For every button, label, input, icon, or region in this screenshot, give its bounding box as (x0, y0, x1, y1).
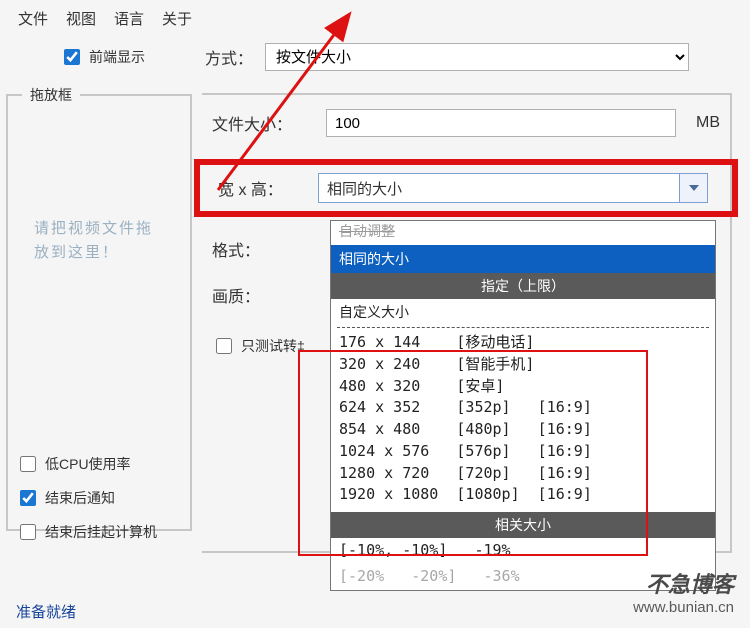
chevron-down-icon (689, 185, 699, 191)
wh-label: 宽 x 高： (210, 176, 304, 200)
watermark-title: 不急博客 (633, 567, 734, 599)
dropdown-header-related: 相关大小 (331, 512, 715, 538)
dropdown-bottom1[interactable]: [-10%, -10%] -19% (331, 538, 715, 564)
low-cpu-label: 低CPU使用率 (45, 454, 131, 474)
watermark-url: www.bunian.cn (633, 599, 734, 616)
low-cpu-input[interactable] (20, 456, 36, 472)
wh-dropdown-list[interactable]: 自动调整 相同的大小 指定（上限） 自定义大小 176 x 144 [移动电话]… (330, 220, 716, 591)
low-cpu-checkbox[interactable]: 低CPU使用率 (16, 453, 157, 475)
only-test-label: 只测试转‡ (241, 336, 305, 356)
method-select[interactable]: 按文件大小 (265, 43, 689, 71)
menu-about[interactable]: 关于 (162, 8, 192, 29)
status-bar: 准备就绪 (16, 601, 76, 622)
quality-label: 画质： (212, 283, 312, 307)
format-label: 格式： (212, 237, 312, 261)
wh-highlight: 宽 x 高： 相同的大小 (194, 159, 738, 217)
file-size-input[interactable] (326, 109, 676, 137)
wh-combobox[interactable]: 相同的大小 (318, 173, 708, 203)
dropdown-divider (337, 327, 709, 328)
wh-value: 相同的大小 (319, 174, 679, 202)
drag-hint: 请把视频文件拖 放到这里！ (34, 217, 153, 265)
method-label: 方式： (205, 45, 253, 69)
notify-end-input[interactable] (20, 490, 36, 506)
page-watermark: 不急博客 www.bunian.cn (633, 567, 734, 616)
dropdown-selected[interactable]: 相同的大小 (331, 245, 715, 273)
only-test-checkbox[interactable]: 只测试转‡ (212, 335, 305, 357)
front-display-input[interactable] (64, 49, 80, 65)
front-display-checkbox[interactable]: 前端显示 (60, 46, 145, 68)
file-size-label: 文件大小： (212, 111, 312, 135)
only-test-input[interactable] (216, 338, 232, 354)
dragbox-title: 拖放框 (22, 85, 80, 105)
dropdown-cutoff-item[interactable]: 自动调整 (331, 221, 715, 245)
notify-end-checkbox[interactable]: 结束后通知 (16, 487, 157, 509)
dropdown-header-upper: 指定（上限） (331, 273, 715, 299)
shutdown-input[interactable] (20, 524, 36, 540)
notify-end-label: 结束后通知 (45, 488, 115, 508)
file-size-unit: MB (696, 114, 720, 132)
menu-bar: 文件 视图 语言 关于 (0, 0, 750, 37)
menu-view[interactable]: 视图 (66, 8, 96, 29)
dropdown-sizes[interactable]: 176 x 144 [移动电话] 320 x 240 [智能手机] 480 x … (331, 330, 715, 508)
menu-language[interactable]: 语言 (114, 8, 144, 29)
shutdown-checkbox[interactable]: 结束后挂起计算机 (16, 521, 157, 543)
menu-file[interactable]: 文件 (18, 8, 48, 29)
dropdown-custom[interactable]: 自定义大小 (331, 299, 715, 325)
front-display-label: 前端显示 (89, 47, 145, 67)
shutdown-label: 结束后挂起计算机 (45, 522, 157, 542)
wh-dropdown-button[interactable] (679, 174, 707, 202)
